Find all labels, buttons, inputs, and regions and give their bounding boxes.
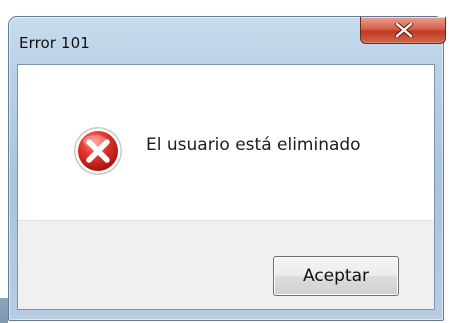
button-bar: Aceptar [18, 220, 434, 309]
close-icon [395, 23, 413, 37]
error-icon [74, 127, 122, 175]
window-title: Error 101 [19, 34, 90, 52]
error-message: El usuario está eliminado [146, 135, 361, 155]
dialog-client-area: El usuario está eliminado Aceptar [17, 64, 435, 310]
close-button[interactable] [360, 17, 446, 44]
message-area: El usuario está eliminado [18, 65, 434, 220]
accept-button[interactable]: Aceptar [273, 256, 399, 296]
background-window-edge [0, 298, 8, 323]
